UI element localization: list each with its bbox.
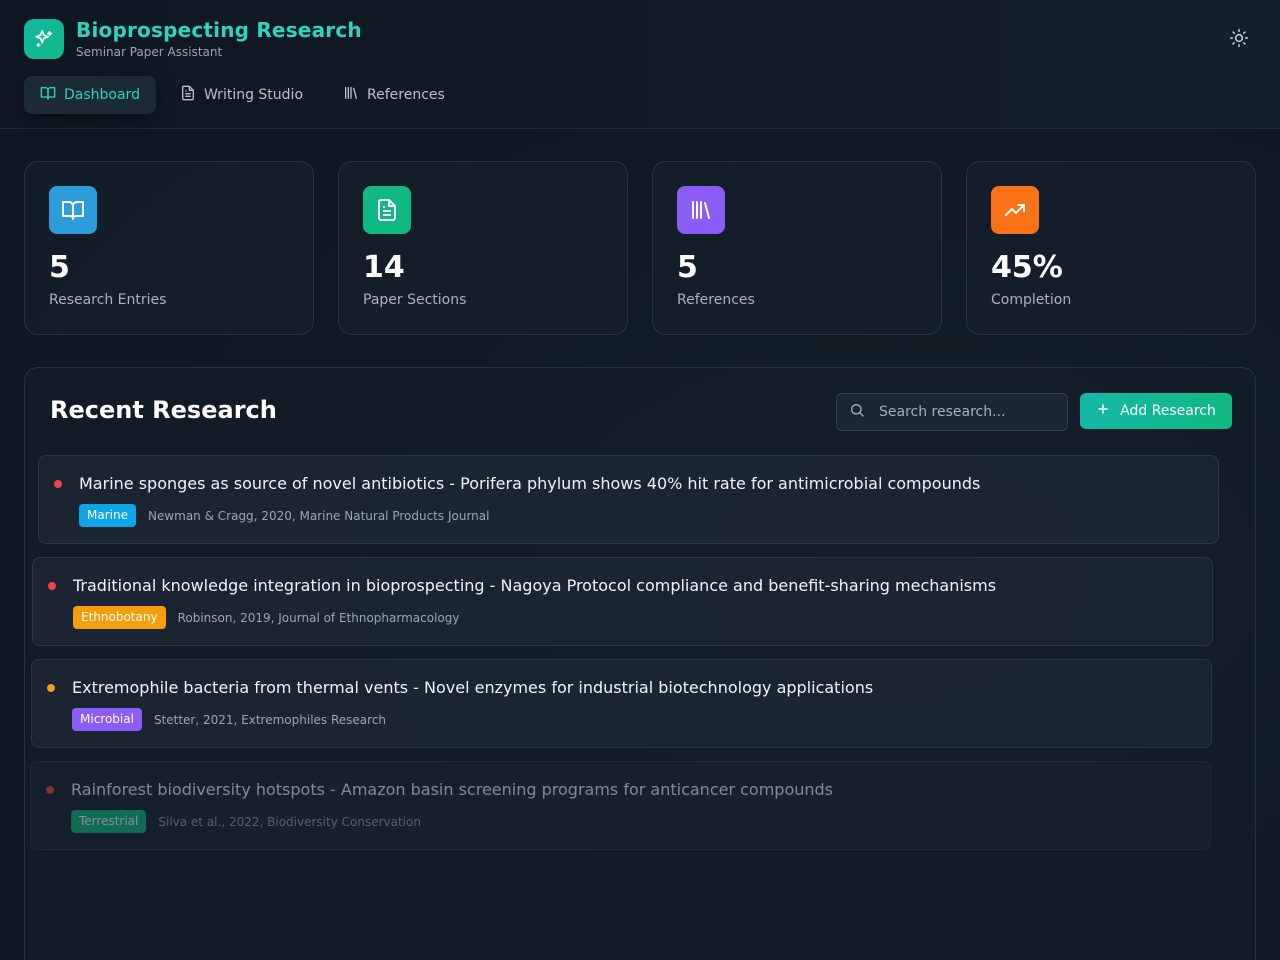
file-text-icon	[363, 186, 411, 234]
priority-dot	[47, 684, 55, 692]
stat-value: 5	[49, 250, 70, 285]
sparkles-icon	[24, 18, 64, 59]
entry-citation: Stetter, 2021, Extremophiles Research	[153, 712, 387, 727]
entry-title: Marine sponges as source of novel antibi…	[79, 474, 981, 493]
search-icon	[849, 402, 865, 422]
add-research-label: Add Research	[1120, 403, 1216, 419]
priority-dot	[54, 480, 62, 488]
research-entry[interactable]: Traditional knowledge integration in bio…	[32, 557, 1213, 646]
research-entry[interactable]: Extremophile bacteria from thermal vents…	[31, 659, 1212, 748]
app-header: Bioprospecting Research Seminar Paper As…	[0, 0, 1280, 129]
trending-up-icon	[991, 186, 1039, 234]
tab-label: Writing Studio	[203, 87, 304, 103]
entry-title: Extremophile bacteria from thermal vents…	[72, 678, 874, 697]
stat-card-references: 5 References	[652, 161, 942, 335]
stat-label: Paper Sections	[363, 292, 467, 308]
tab-writing-studio[interactable]: Writing Studio	[164, 76, 319, 114]
stat-label: Completion	[991, 292, 1072, 308]
entry-title: Rainforest biodiversity hotspots - Amazo…	[71, 780, 834, 799]
book-open-icon	[49, 186, 97, 234]
add-research-button[interactable]: Add Research	[1080, 393, 1232, 429]
stat-value: 5	[677, 250, 698, 285]
stats-row: 5 Research Entries 14 Paper Sections 5 R…	[24, 161, 1256, 335]
stat-card-paper-sections: 14 Paper Sections	[338, 161, 628, 335]
research-entry[interactable]: Rainforest biodiversity hotspots - Amazo…	[30, 761, 1211, 850]
search-box	[836, 393, 1068, 431]
entry-citation: Robinson, 2019, Journal of Ethnopharmaco…	[177, 610, 460, 625]
stat-card-completion: 45% Completion	[966, 161, 1256, 335]
priority-dot	[48, 582, 56, 590]
entry-citation: Newman & Cragg, 2020, Marine Natural Pro…	[147, 508, 490, 523]
priority-dot	[46, 786, 54, 794]
file-text-icon	[180, 85, 196, 105]
main-nav: Dashboard Writing Studio References	[24, 76, 461, 114]
section-title: Recent Research	[50, 396, 277, 424]
category-tag: Marine	[79, 504, 136, 527]
tab-references[interactable]: References	[327, 76, 461, 114]
tab-dashboard[interactable]: Dashboard	[24, 76, 156, 114]
search-input[interactable]	[879, 404, 1059, 420]
stat-card-research-entries: 5 Research Entries	[24, 161, 314, 335]
library-icon	[343, 85, 359, 105]
sun-icon[interactable]	[1228, 27, 1250, 49]
category-tag: Ethnobotany	[73, 606, 166, 629]
recent-research-panel: Recent Research Add Research Marine spon…	[24, 367, 1256, 960]
plus-icon	[1096, 402, 1110, 420]
stat-label: Research Entries	[49, 292, 167, 308]
library-icon	[677, 186, 725, 234]
brand: Bioprospecting Research Seminar Paper As…	[24, 18, 362, 59]
app-title: Bioprospecting Research	[76, 18, 362, 42]
category-tag: Microbial	[72, 708, 142, 731]
book-open-icon	[40, 85, 56, 105]
entry-citation: Silva et al., 2022, Biodiversity Conserv…	[158, 814, 421, 829]
tab-label: References	[367, 87, 445, 103]
entry-title: Traditional knowledge integration in bio…	[73, 576, 997, 595]
tab-label: Dashboard	[64, 87, 140, 103]
category-tag: Terrestrial	[71, 810, 147, 833]
stat-value: 45%	[991, 250, 1063, 285]
stat-label: References	[677, 292, 755, 308]
stat-value: 14	[363, 250, 405, 285]
app-subtitle: Seminar Paper Assistant	[76, 45, 223, 59]
research-entry[interactable]: Marine sponges as source of novel antibi…	[38, 455, 1219, 544]
